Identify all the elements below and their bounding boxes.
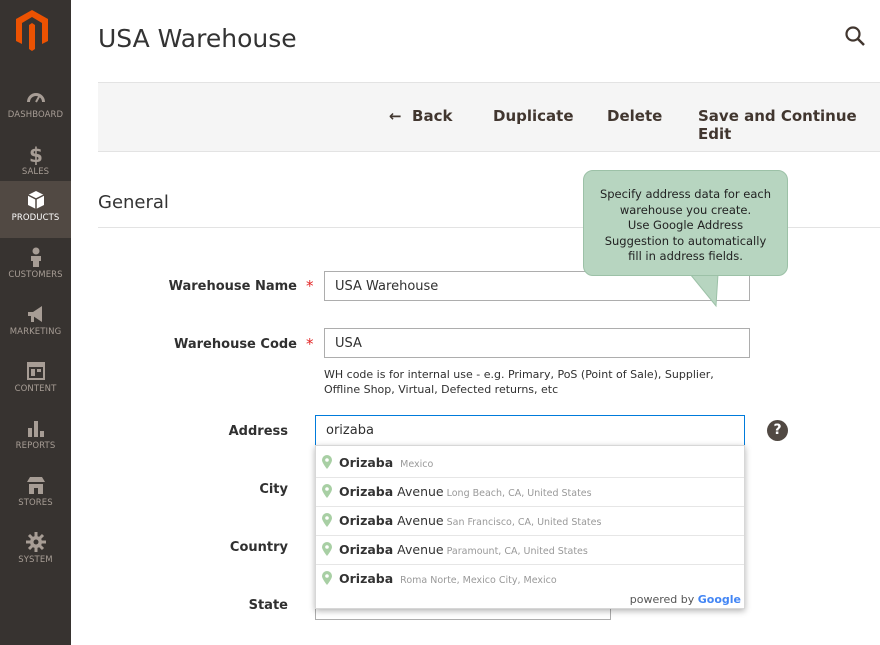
layout-icon <box>26 362 45 380</box>
magento-logo[interactable] <box>14 8 50 52</box>
suggestion-item[interactable]: Orizaba Mexico <box>316 448 744 478</box>
page-actions-bar: ← Back Duplicate Delete Save and Continu… <box>98 82 880 152</box>
city-label: City <box>259 482 288 497</box>
svg-text:$: $ <box>29 143 43 165</box>
address-suggestions-dropdown: Orizaba Mexico Orizaba Avenue Long Beach,… <box>315 445 745 609</box>
sidebar-item-label: PRODUCTS <box>11 213 60 223</box>
duplicate-button[interactable]: Duplicate <box>493 107 574 125</box>
map-pin-icon <box>322 484 332 498</box>
sidebar-item-label: MARKETING <box>9 327 62 337</box>
sidebar-item-marketing[interactable]: MARKETING <box>0 295 71 351</box>
sidebar-item-label: REPORTS <box>15 441 56 451</box>
map-pin-icon <box>322 513 332 527</box>
sidebar-item-label: DASHBOARD <box>7 110 64 120</box>
sidebar-item-stores[interactable]: STORES <box>0 466 71 522</box>
sidebar-item-content[interactable]: CONTENT <box>0 352 71 408</box>
search-icon[interactable] <box>844 25 866 47</box>
cube-icon <box>27 191 44 209</box>
dashboard-icon <box>26 93 45 103</box>
sidebar-item-products[interactable]: PRODUCTS <box>0 181 71 238</box>
powered-by-google: powered by Google <box>629 593 741 606</box>
storefront-icon <box>26 477 45 494</box>
sidebar-item-label: SYSTEM <box>18 555 53 565</box>
dollar-icon: $ <box>29 143 43 165</box>
suggestion-item[interactable]: Orizaba Avenue Long Beach, CA, United Sta… <box>316 477 744 507</box>
country-label: Country <box>229 540 288 555</box>
required-marker: * <box>306 335 314 353</box>
bar-chart-icon <box>27 421 44 437</box>
section-title[interactable]: General <box>98 192 169 213</box>
sidebar-item-dashboard[interactable]: DASHBOARD <box>0 78 71 134</box>
address-label: Address <box>228 424 288 439</box>
delete-button[interactable]: Delete <box>607 107 662 125</box>
map-pin-icon <box>322 542 332 556</box>
save-and-continue-button[interactable]: Save and Continue Edit <box>698 107 880 143</box>
back-button[interactable]: ← Back <box>389 107 452 125</box>
sidebar-item-system[interactable]: SYSTEM <box>0 523 71 579</box>
help-tooltip: Specify address data for each warehouse … <box>583 170 788 276</box>
map-pin-icon <box>322 571 332 585</box>
page-title: USA Warehouse <box>98 24 297 53</box>
gear-icon <box>25 532 46 552</box>
person-icon <box>30 247 41 267</box>
warehouse-code-note: WH code is for internal use - e.g. Prima… <box>324 368 714 396</box>
arrow-left-icon: ← <box>389 107 402 125</box>
admin-sidebar: DASHBOARD $ SALES PRODUCTS CUSTOMERS MAR… <box>0 0 71 645</box>
warehouse-name-label: Warehouse Name <box>168 279 297 294</box>
megaphone-icon <box>27 306 42 322</box>
sidebar-item-label: CONTENT <box>14 384 57 394</box>
suggestion-item[interactable]: Orizaba Avenue San Francisco, CA, United … <box>316 506 744 536</box>
state-label: State <box>248 598 288 613</box>
map-pin-icon <box>322 455 332 469</box>
google-logo: Google <box>697 593 741 606</box>
warehouse-code-label: Warehouse Code <box>174 337 297 352</box>
suggestion-item[interactable]: Orizaba Avenue Paramount, CA, United Stat… <box>316 535 744 565</box>
warehouse-code-input[interactable]: USA <box>324 328 750 358</box>
sidebar-item-reports[interactable]: REPORTS <box>0 409 71 465</box>
sidebar-item-label: SALES <box>21 167 50 177</box>
sidebar-item-customers[interactable]: CUSTOMERS <box>0 238 71 294</box>
sidebar-item-label: CUSTOMERS <box>8 270 63 280</box>
address-input[interactable]: orizaba <box>315 415 745 446</box>
suggestion-item[interactable]: Orizaba Roma Norte, Mexico City, Mexico <box>316 564 744 593</box>
sidebar-item-label: STORES <box>18 498 53 508</box>
help-icon[interactable]: ? <box>767 420 788 441</box>
required-marker: * <box>306 277 314 295</box>
